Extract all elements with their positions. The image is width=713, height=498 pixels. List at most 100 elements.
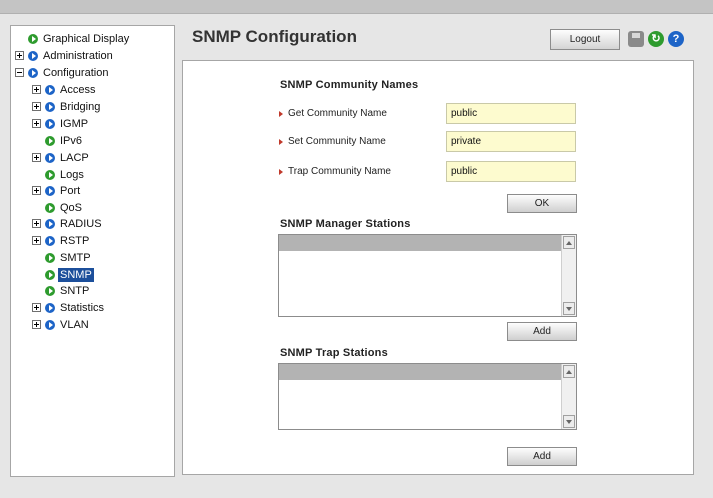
- trap-community-label-text: Trap Community Name: [288, 166, 391, 177]
- node-icon: [45, 202, 55, 213]
- tree-item-sntp[interactable]: SNTP: [45, 282, 91, 299]
- tree-item-label: SNTP: [60, 284, 90, 297]
- tree-item-label: SMTP: [60, 251, 91, 264]
- tree-item-vlan[interactable]: VLAN: [32, 316, 91, 333]
- expand-icon[interactable]: [32, 119, 41, 128]
- node-icon: [45, 152, 55, 163]
- tree-item-bridging[interactable]: Bridging: [32, 98, 102, 115]
- refresh-icon[interactable]: ↻: [648, 31, 664, 47]
- tree-item-administration[interactable]: Administration: [15, 47, 115, 64]
- bullet-arrow-icon: [279, 138, 283, 145]
- expand-icon[interactable]: [32, 236, 41, 245]
- scroll-down-icon[interactable]: [563, 415, 575, 428]
- tree-item-radius[interactable]: RADIUS: [32, 215, 104, 232]
- logout-button[interactable]: Logout: [550, 29, 620, 50]
- node-icon: [45, 84, 55, 95]
- node-icon: [45, 285, 55, 296]
- tree-item-access[interactable]: Access: [32, 81, 97, 98]
- set-community-label-text: Set Community Name: [288, 136, 386, 147]
- node-icon: [45, 101, 55, 112]
- tree-item-logs[interactable]: Logs: [45, 166, 86, 183]
- tree-item-label: Graphical Display: [43, 32, 130, 45]
- collapse-icon[interactable]: [15, 68, 24, 77]
- tree-item-label: Administration: [43, 49, 113, 62]
- tree-item-lacp[interactable]: LACP: [32, 149, 91, 166]
- expand-icon[interactable]: [32, 85, 41, 94]
- set-community-field[interactable]: [446, 131, 576, 152]
- tree-item-statistics[interactable]: Statistics: [32, 299, 106, 316]
- expand-icon[interactable]: [32, 102, 41, 111]
- page-title: SNMP Configuration: [192, 27, 357, 46]
- node-icon: [45, 269, 55, 280]
- get-community-field[interactable]: [446, 103, 576, 124]
- expand-icon[interactable]: [32, 320, 41, 329]
- node-icon: [45, 218, 55, 229]
- get-community-label-text: Get Community Name: [288, 108, 387, 119]
- node-icon: [45, 252, 55, 263]
- tree-item-label: SNMP: [58, 267, 94, 282]
- manager-section-title: SNMP Manager Stations: [280, 218, 411, 230]
- navigation-tree: Graphical Display Administration Configu…: [10, 25, 175, 477]
- node-icon: [45, 302, 55, 313]
- tree-item-port[interactable]: Port: [32, 182, 82, 199]
- scrollbar[interactable]: [561, 364, 576, 429]
- trap-community-field[interactable]: [446, 161, 576, 182]
- bullet-arrow-icon: [279, 168, 283, 175]
- tree-item-ipv6[interactable]: IPv6: [45, 132, 84, 149]
- config-panel: SNMP Community Names Get Community Name …: [182, 60, 694, 475]
- expand-icon[interactable]: [32, 186, 41, 195]
- list-header-row: [279, 235, 561, 251]
- node-icon: [45, 235, 55, 246]
- node-icon: [45, 319, 55, 330]
- node-icon: [45, 169, 55, 180]
- ok-button[interactable]: OK: [507, 194, 577, 213]
- tree-item-igmp[interactable]: IGMP: [32, 115, 90, 132]
- tree-item-label: VLAN: [60, 318, 89, 331]
- set-community-label: Set Community Name: [279, 136, 386, 147]
- tree-item-label: QoS: [60, 201, 83, 214]
- manager-stations-list[interactable]: [278, 234, 577, 317]
- tree-item-snmp[interactable]: SNMP: [45, 266, 94, 283]
- tree-item-label: RSTP: [60, 234, 90, 247]
- bullet-arrow-icon: [279, 110, 283, 117]
- trap-stations-list[interactable]: [278, 363, 577, 430]
- top-bar: [0, 0, 713, 14]
- community-section-title: SNMP Community Names: [280, 79, 419, 91]
- scroll-up-icon[interactable]: [563, 236, 575, 249]
- tree-item-label: Bridging: [60, 100, 101, 113]
- expand-icon[interactable]: [15, 51, 24, 60]
- save-icon[interactable]: [628, 31, 644, 47]
- scrollbar[interactable]: [561, 235, 576, 316]
- node-icon: [45, 118, 55, 129]
- node-icon: [28, 67, 38, 78]
- tree-item-qos[interactable]: QoS: [45, 199, 84, 216]
- get-community-label: Get Community Name: [279, 108, 387, 119]
- scroll-down-icon[interactable]: [563, 302, 575, 315]
- scroll-up-icon[interactable]: [563, 365, 575, 378]
- tree-item-configuration[interactable]: Configuration: [15, 64, 110, 81]
- tree-item-label: Statistics: [60, 301, 105, 314]
- tree-item-label: IGMP: [60, 117, 89, 130]
- tree-item-label: LACP: [60, 151, 89, 164]
- tree-item-smtp[interactable]: SMTP: [45, 249, 93, 266]
- add-manager-button[interactable]: Add: [507, 322, 577, 341]
- add-trap-button[interactable]: Add: [507, 447, 577, 466]
- expand-icon[interactable]: [32, 303, 41, 312]
- tree-item-label: Access: [60, 83, 96, 96]
- expand-icon[interactable]: [32, 219, 41, 228]
- tree-item-graphical-display[interactable]: Graphical Display: [28, 30, 131, 47]
- tree-item-rstp[interactable]: RSTP: [32, 232, 91, 249]
- trap-section-title: SNMP Trap Stations: [280, 347, 388, 359]
- node-icon: [45, 185, 55, 196]
- node-icon: [45, 135, 55, 146]
- tree-item-label: Port: [60, 184, 81, 197]
- node-icon: [28, 33, 38, 44]
- tree-item-label: IPv6: [60, 134, 83, 147]
- trap-community-label: Trap Community Name: [279, 166, 391, 177]
- list-header-row: [279, 364, 561, 380]
- tree-item-label: Logs: [60, 168, 84, 181]
- help-icon[interactable]: ?: [668, 31, 684, 47]
- tree-item-label: Configuration: [43, 66, 109, 79]
- node-icon: [28, 50, 38, 61]
- expand-icon[interactable]: [32, 153, 41, 162]
